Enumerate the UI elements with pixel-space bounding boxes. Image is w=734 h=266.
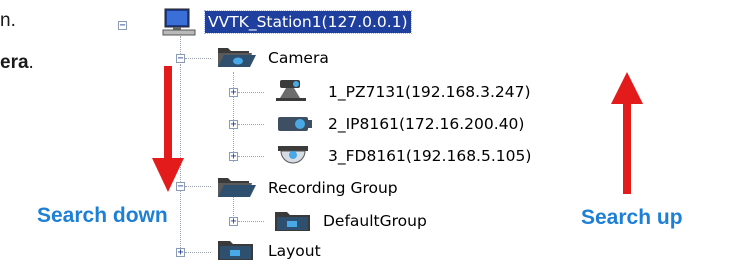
expand-toggle[interactable]: + bbox=[229, 120, 238, 130]
tree-node-camera[interactable]: Camera bbox=[268, 48, 329, 68]
tree-node-cam3[interactable]: 3_FD8161(192.168.5.105) bbox=[328, 146, 531, 166]
tree-node-default-group[interactable]: DefaultGroup bbox=[323, 211, 427, 231]
tree-line bbox=[185, 252, 211, 253]
tree-line bbox=[238, 124, 264, 125]
tree-node-cam1[interactable]: 1_PZ7131(192.168.3.247) bbox=[328, 82, 531, 102]
expand-toggle[interactable]: + bbox=[229, 152, 238, 162]
tree-node-layout[interactable]: Layout bbox=[268, 241, 321, 261]
collapse-toggle[interactable]: − bbox=[176, 54, 185, 64]
tree-line bbox=[238, 221, 264, 222]
search-up-label: Search up bbox=[581, 206, 683, 229]
expand-toggle[interactable]: + bbox=[176, 248, 185, 258]
expand-toggle[interactable]: + bbox=[229, 88, 238, 98]
text-fragment-line2: era. bbox=[0, 52, 34, 73]
tree-node-cam2[interactable]: 2_IP8161(172.16.200.40) bbox=[328, 114, 524, 134]
text-fragment-line1: n. bbox=[0, 10, 16, 31]
collapse-toggle[interactable]: − bbox=[118, 21, 127, 31]
tree-node-root[interactable]: VVTK_Station1(127.0.0.1) bbox=[204, 10, 412, 34]
dome-camera-icon bbox=[276, 144, 316, 168]
expand-toggle[interactable]: + bbox=[229, 217, 238, 227]
folder-icon bbox=[273, 209, 313, 233]
tree-node-recording-group[interactable]: Recording Group bbox=[268, 178, 398, 198]
folder-open-icon bbox=[216, 176, 258, 198]
tree-line bbox=[233, 72, 234, 162]
search-down-arrow bbox=[152, 66, 184, 192]
tree-line bbox=[238, 92, 264, 93]
computer-icon bbox=[162, 8, 198, 38]
tree-line bbox=[185, 186, 211, 187]
folder-icon bbox=[216, 238, 258, 262]
search-up-arrow bbox=[611, 72, 643, 194]
ptz-camera-icon bbox=[276, 78, 316, 102]
tree-line bbox=[185, 58, 211, 59]
box-camera-icon bbox=[276, 113, 316, 135]
folder-open-icon bbox=[216, 46, 258, 68]
search-down-label: Search down bbox=[37, 204, 168, 227]
tree-line bbox=[238, 156, 264, 157]
